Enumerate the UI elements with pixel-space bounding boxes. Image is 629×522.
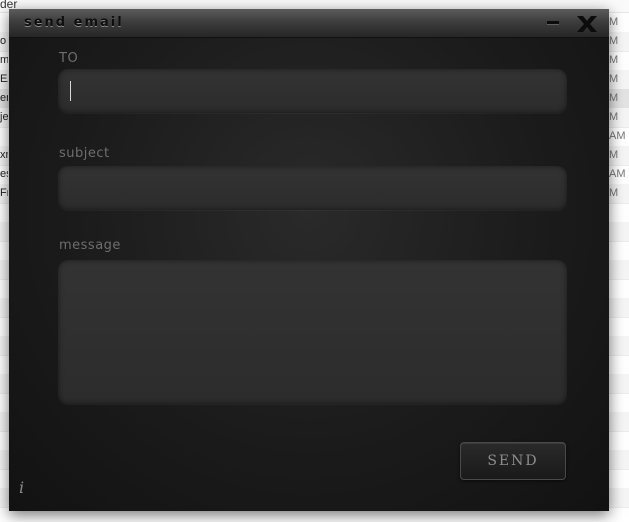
background-row-time: M <box>609 92 619 104</box>
background-row-time: M <box>609 73 619 85</box>
send-button[interactable]: SEND <box>460 442 566 480</box>
background-row-sender: en <box>0 92 8 104</box>
minimize-icon <box>547 21 559 25</box>
dialog-titlebar[interactable]: send email <box>9 9 609 38</box>
background-row-sender: o <box>0 35 7 47</box>
to-input[interactable] <box>58 69 567 113</box>
subject-input[interactable] <box>58 166 567 210</box>
text-caret <box>70 81 71 101</box>
background-row-sender: es <box>0 168 8 180</box>
background-row-time: M <box>609 54 619 66</box>
message-textarea[interactable] <box>58 260 567 404</box>
close-icon <box>577 16 597 32</box>
background-row-sender: xn <box>0 149 8 161</box>
background-row-time: AM <box>609 130 626 142</box>
info-icon[interactable]: i <box>19 479 33 497</box>
to-label: TO <box>59 51 79 66</box>
background-row-time: M <box>609 149 619 161</box>
dialog-title: send email <box>24 15 124 30</box>
screen: der MoMmMEAMenMjeMAMxnMesAMFrM send emai… <box>0 0 629 522</box>
send-email-dialog: send email TO subject message SEND i <box>9 9 609 511</box>
close-button[interactable] <box>574 13 600 35</box>
background-row-sender: Fr <box>0 187 8 199</box>
background-row-time: AM <box>609 168 626 180</box>
minimize-button[interactable] <box>545 13 563 33</box>
background-row-time: M <box>609 35 619 47</box>
background-row-time: M <box>609 187 619 199</box>
subject-label: subject <box>59 146 110 161</box>
background-row-sender: m <box>0 54 8 66</box>
message-label: message <box>59 238 121 253</box>
background-row-sender: je <box>0 111 8 123</box>
background-row-time: M <box>609 111 619 123</box>
background-row-time: M <box>609 16 619 28</box>
background-row-sender: EA <box>0 73 8 85</box>
